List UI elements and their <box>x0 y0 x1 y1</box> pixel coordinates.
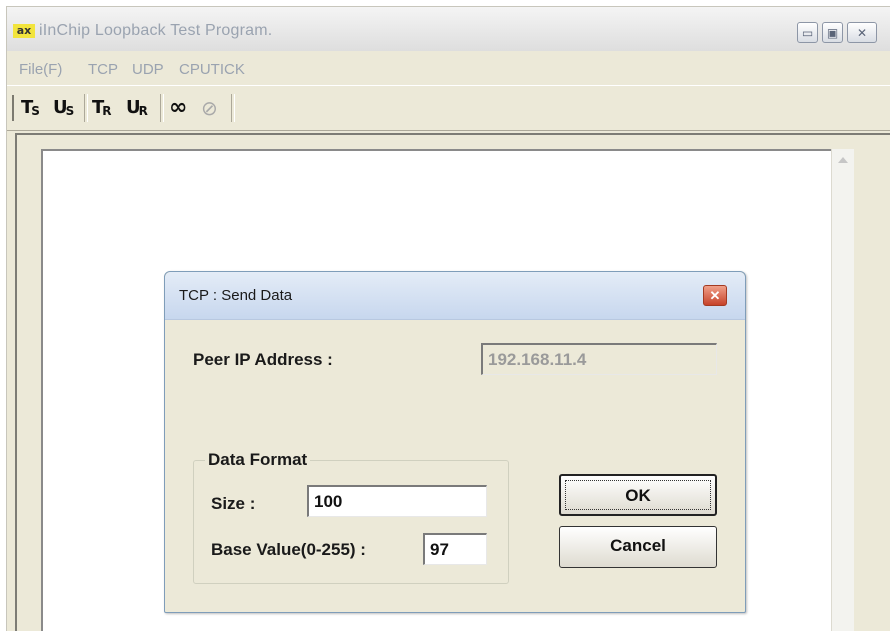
menu-udp[interactable]: UDP <box>132 61 164 78</box>
toolbar-separator <box>84 94 88 122</box>
size-label: Size : <box>211 494 256 513</box>
scroll-up-arrow-icon[interactable] <box>838 157 848 163</box>
dialog-title: TCP : Send Data <box>179 287 293 304</box>
loop-icon[interactable]: ∞ <box>169 94 187 122</box>
close-window-button[interactable]: ✕ <box>847 22 877 43</box>
ok-button[interactable]: OK <box>559 474 717 516</box>
udp-send-icon-sub: S <box>65 104 75 118</box>
size-field[interactable]: 100 <box>307 485 487 517</box>
tcp-send-button[interactable]: TS <box>21 94 40 122</box>
toolbar-separator <box>160 94 164 122</box>
udp-send-icon: U <box>53 97 68 118</box>
menu-bar: File(F) TCP UDP CPUTICK <box>7 51 890 85</box>
tcp-send-dialog: TCP : Send Data ✕ Peer IP Address : 192.… <box>164 271 746 613</box>
menu-cputick[interactable]: CPUTICK <box>179 61 245 78</box>
vertical-scrollbar[interactable] <box>831 149 854 631</box>
menu-tcp[interactable]: TCP <box>88 61 118 78</box>
menu-file[interactable]: File(F) <box>19 61 62 78</box>
tcp-send-icon: T <box>21 97 33 118</box>
tcp-receive-icon-sub: R <box>102 104 112 118</box>
peer-ip-field[interactable]: 192.168.11.4 <box>481 343 717 375</box>
dialog-close-button[interactable]: ✕ <box>703 285 727 306</box>
udp-send-button[interactable]: US <box>53 94 74 122</box>
window-titlebar[interactable]: ax iInChip Loopback Test Program. ▭ ▣ ✕ <box>7 7 890 51</box>
ok-button-label: OK <box>565 480 711 510</box>
minimize-button[interactable]: ▭ <box>797 22 818 43</box>
maximize-button[interactable]: ▣ <box>822 22 843 43</box>
data-format-group <box>193 460 509 584</box>
base-value-field[interactable]: 97 <box>423 533 487 565</box>
window-title: iInChip Loopback Test Program. <box>39 22 273 39</box>
stop-icon[interactable]: ⊘ <box>201 94 218 122</box>
toolbar: TS US TR UR ∞ ⊘ <box>7 85 890 131</box>
tcp-receive-button[interactable]: TR <box>92 94 112 122</box>
toolbar-grip[interactable] <box>12 95 17 121</box>
app-icon: ax <box>13 24 35 38</box>
toolbar-separator <box>231 94 235 122</box>
tcp-receive-icon: T <box>92 97 104 118</box>
tcp-send-icon-sub: S <box>31 104 40 118</box>
udp-receive-icon-sub: R <box>138 104 148 118</box>
base-value-label: Base Value(0-255) : <box>211 540 366 559</box>
dialog-titlebar[interactable]: TCP : Send Data ✕ <box>165 272 745 320</box>
udp-receive-icon: U <box>126 97 141 118</box>
data-format-group-label: Data Format <box>205 450 311 470</box>
cancel-button[interactable]: Cancel <box>559 526 717 568</box>
peer-ip-label: Peer IP Address : <box>193 350 333 369</box>
udp-receive-button[interactable]: UR <box>126 94 148 122</box>
